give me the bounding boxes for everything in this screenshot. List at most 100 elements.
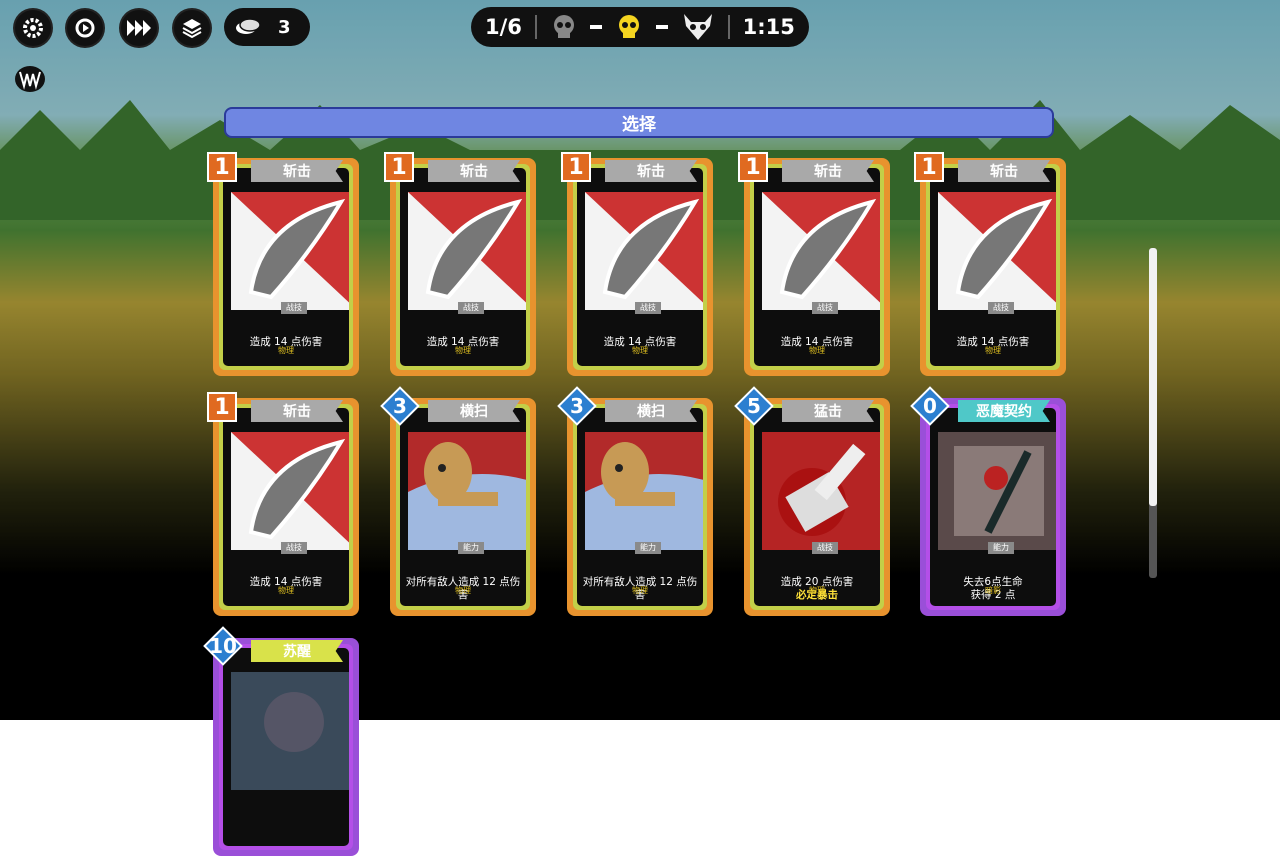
fang-icon[interactable] <box>14 64 46 94</box>
coin-counter[interactable]: 3 <box>224 8 310 46</box>
card-frame <box>219 644 353 850</box>
card-cost: 1 <box>207 152 237 182</box>
skull-gray-icon <box>553 15 574 38</box>
card-art-bash <box>762 432 880 550</box>
wave-progress-bar: 1/6 1:15 <box>471 7 809 47</box>
card-body: 能力 失去6点生命 获得 2 点暗影 <box>930 408 1056 606</box>
card-type: 物理 <box>809 346 825 355</box>
timer: 1:15 <box>742 15 795 39</box>
card-frame: 战技 造成 14 点伤害 物理 <box>396 164 530 370</box>
fast-forward-icon[interactable] <box>121 10 157 46</box>
card-7[interactable]: 能力 对所有敌人造成 12 点伤害 物理 横扫 3 <box>380 386 536 616</box>
card-type: 物理 <box>632 586 648 595</box>
card-body: 战技 造成 20 点伤害 必定暴击 物理 <box>754 408 880 606</box>
card-body: 战技 造成 14 点伤害 物理 <box>577 168 703 366</box>
card-title: 斩击 <box>958 160 1050 182</box>
card-type: 物理 <box>809 586 825 595</box>
card-frame: 能力 对所有敌人造成 12 点伤害 物理 <box>396 404 530 610</box>
scrollbar-thumb[interactable] <box>1149 248 1157 506</box>
coin-icon <box>236 18 261 34</box>
card-tag: 战技 <box>635 302 661 314</box>
card-title: 猛击 <box>782 400 874 422</box>
card-type: 物理 <box>455 346 471 355</box>
card-title: 斩击 <box>251 160 343 182</box>
card-tag: 战技 <box>812 302 838 314</box>
card-type: 物理 <box>455 586 471 595</box>
card-cost: 1 <box>738 152 768 182</box>
card-type: 物理 <box>632 346 648 355</box>
card-type: 暗影 <box>985 586 1001 595</box>
card-frame: 战技 造成 14 点伤害 物理 <box>219 404 353 610</box>
card-cost: 1 <box>561 152 591 182</box>
card-art-pact <box>938 432 1056 550</box>
card-3[interactable]: 战技 造成 14 点伤害 物理 斩击 1 <box>561 152 713 376</box>
card-art-awaken <box>231 672 349 790</box>
card-art-slash <box>231 432 349 550</box>
card-art-slash <box>585 192 703 310</box>
card-tag: 能力 <box>988 542 1014 554</box>
card-title: 横扫 <box>605 400 697 422</box>
card-10[interactable]: 能力 失去6点生命 获得 2 点暗影 恶魔契约 0 <box>910 386 1066 616</box>
card-art-slash <box>408 192 526 310</box>
card-art-sweep <box>408 432 526 550</box>
card-5[interactable]: 战技 造成 14 点伤害 物理 斩击 1 <box>914 152 1066 376</box>
choose-banner: 选择 <box>224 107 1054 138</box>
card-tag: 战技 <box>988 302 1014 314</box>
card-body: 战技 造成 14 点伤害 物理 <box>400 168 526 366</box>
card-title: 恶魔契约 <box>958 400 1050 422</box>
card-frame: 战技 造成 14 点伤害 物理 <box>750 164 884 370</box>
card-6[interactable]: 战技 造成 14 点伤害 物理 斩击 1 <box>207 392 359 616</box>
skull-yellow-icon <box>619 15 640 38</box>
card-art-slash <box>938 192 1056 310</box>
card-body: 战技 造成 14 点伤害 物理 <box>223 168 349 366</box>
card-tag: 能力 <box>458 542 484 554</box>
card-cost: 1 <box>914 152 944 182</box>
card-tag: 战技 <box>458 302 484 314</box>
card-type: 物理 <box>278 346 294 355</box>
card-body <box>223 648 349 846</box>
card-type: 物理 <box>278 586 294 595</box>
card-cost: 1 <box>384 152 414 182</box>
card-11[interactable]: 苏醒 10 <box>203 626 359 856</box>
card-body: 战技 造成 14 点伤害 物理 <box>754 168 880 366</box>
card-tag: 战技 <box>281 542 307 554</box>
card-body: 战技 造成 14 点伤害 物理 <box>930 168 1056 366</box>
card-art-sweep <box>585 432 703 550</box>
card-8[interactable]: 能力 对所有敌人造成 12 点伤害 物理 横扫 3 <box>557 386 713 616</box>
card-art-slash <box>231 192 349 310</box>
card-art-slash <box>762 192 880 310</box>
card-4[interactable]: 战技 造成 14 点伤害 物理 斩击 1 <box>738 152 890 376</box>
wave-counter: 1/6 <box>485 15 522 39</box>
card-title: 斩击 <box>605 160 697 182</box>
card-frame: 战技 造成 14 点伤害 物理 <box>573 164 707 370</box>
deck-icon[interactable] <box>174 10 210 46</box>
divider <box>534 15 537 39</box>
card-frame: 能力 对所有敌人造成 12 点伤害 物理 <box>573 404 707 610</box>
card-tag: 战技 <box>281 302 307 314</box>
demon-skull-icon <box>683 14 712 40</box>
banner-title: 选择 <box>622 115 656 135</box>
card-frame: 战技 造成 14 点伤害 物理 <box>926 164 1060 370</box>
card-tag: 能力 <box>635 542 661 554</box>
path-connector <box>590 25 603 29</box>
card-2[interactable]: 战技 造成 14 点伤害 物理 斩击 1 <box>384 152 536 376</box>
card-9[interactable]: 战技 造成 20 点伤害 必定暴击 物理 猛击 5 <box>734 386 890 616</box>
card-1[interactable]: 战技 造成 14 点伤害 物理 斩击 1 <box>207 152 359 376</box>
card-tag: 战技 <box>812 542 838 554</box>
card-title: 苏醒 <box>251 640 343 662</box>
coin-count: 3 <box>278 16 291 38</box>
card-title: 斩击 <box>251 400 343 422</box>
card-title: 斩击 <box>782 160 874 182</box>
card-frame: 战技 造成 20 点伤害 必定暴击 物理 <box>750 404 884 610</box>
card-title: 斩击 <box>428 160 520 182</box>
card-body: 能力 对所有敌人造成 12 点伤害 物理 <box>400 408 526 606</box>
card-frame: 战技 造成 14 点伤害 物理 <box>219 164 353 370</box>
card-cost: 1 <box>207 392 237 422</box>
path-connector <box>656 25 669 29</box>
replay-icon[interactable] <box>67 10 103 46</box>
card-type: 物理 <box>985 346 1001 355</box>
gear-icon[interactable] <box>15 10 51 46</box>
card-frame: 能力 失去6点生命 获得 2 点暗影 <box>926 404 1060 610</box>
card-title: 横扫 <box>428 400 520 422</box>
card-body: 战技 造成 14 点伤害 物理 <box>223 408 349 606</box>
